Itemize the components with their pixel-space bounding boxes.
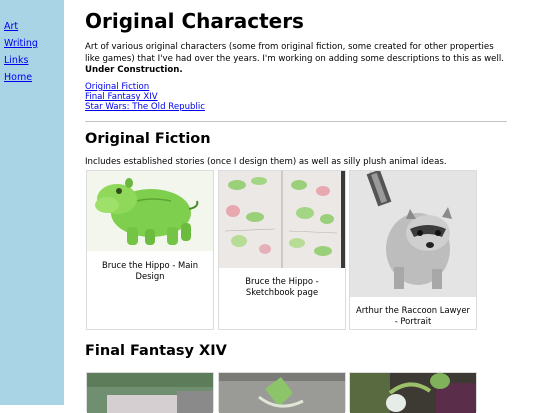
art-card-ffxiv-3[interactable] [349,372,477,413]
sidebar-link-home[interactable]: Home [4,72,32,83]
art-card-bruce-sketchbook[interactable]: Bruce the Hippo - Sketchbook page [218,170,346,330]
art-card-arthur-raccoon[interactable]: Arthur the Raccoon Lawyer - Portrait [349,170,477,330]
green-hippo-drawing[interactable] [87,171,213,251]
under-construction-note: Under Construction. [85,65,183,75]
ffxiv-art-thumbnail[interactable] [87,373,213,413]
divider [85,121,507,122]
intro-text: Art of various original characters (some… [85,42,510,77]
page-title: Original Characters [85,9,304,33]
art-card-caption: Arthur the Raccoon Lawyer - Portrait [356,305,470,326]
section-heading-original-fiction: Original Fiction [85,131,211,147]
sidebar-link-links[interactable]: Links [4,55,28,66]
sidebar-link-writing[interactable]: Writing [4,38,38,49]
art-card-caption: Bruce the Hippo - Sketchbook page [245,276,319,297]
toc-link-ffxiv[interactable]: Final Fantasy XIV [85,92,205,102]
art-card-caption: Bruce the Hippo - Main Design [101,260,199,281]
intro-body: Art of various original characters (some… [85,42,504,64]
toc-link-swtor[interactable]: Star Wars: The Old Republic [85,102,205,112]
section-description: Includes established stories (once I des… [85,157,447,167]
art-card-ffxiv-1[interactable] [86,372,214,413]
toc-link-original-fiction[interactable]: Original Fiction [85,82,205,92]
sidebar-link-art[interactable]: Art [4,21,18,32]
art-card-bruce-main[interactable]: Bruce the Hippo - Main Design [86,170,214,330]
section-heading-ffxiv: Final Fantasy XIV [85,343,227,359]
table-of-contents: Original Fiction Final Fantasy XIV Star … [85,82,205,112]
sidebar: Art Writing Links Home [0,0,64,405]
ffxiv-art-thumbnail[interactable] [350,373,476,413]
hippo-sketchbook-page[interactable] [219,171,345,268]
raccoon-pencil-drawing[interactable] [350,171,476,297]
ffxiv-art-thumbnail[interactable] [219,373,345,413]
art-card-ffxiv-2[interactable] [218,372,346,413]
